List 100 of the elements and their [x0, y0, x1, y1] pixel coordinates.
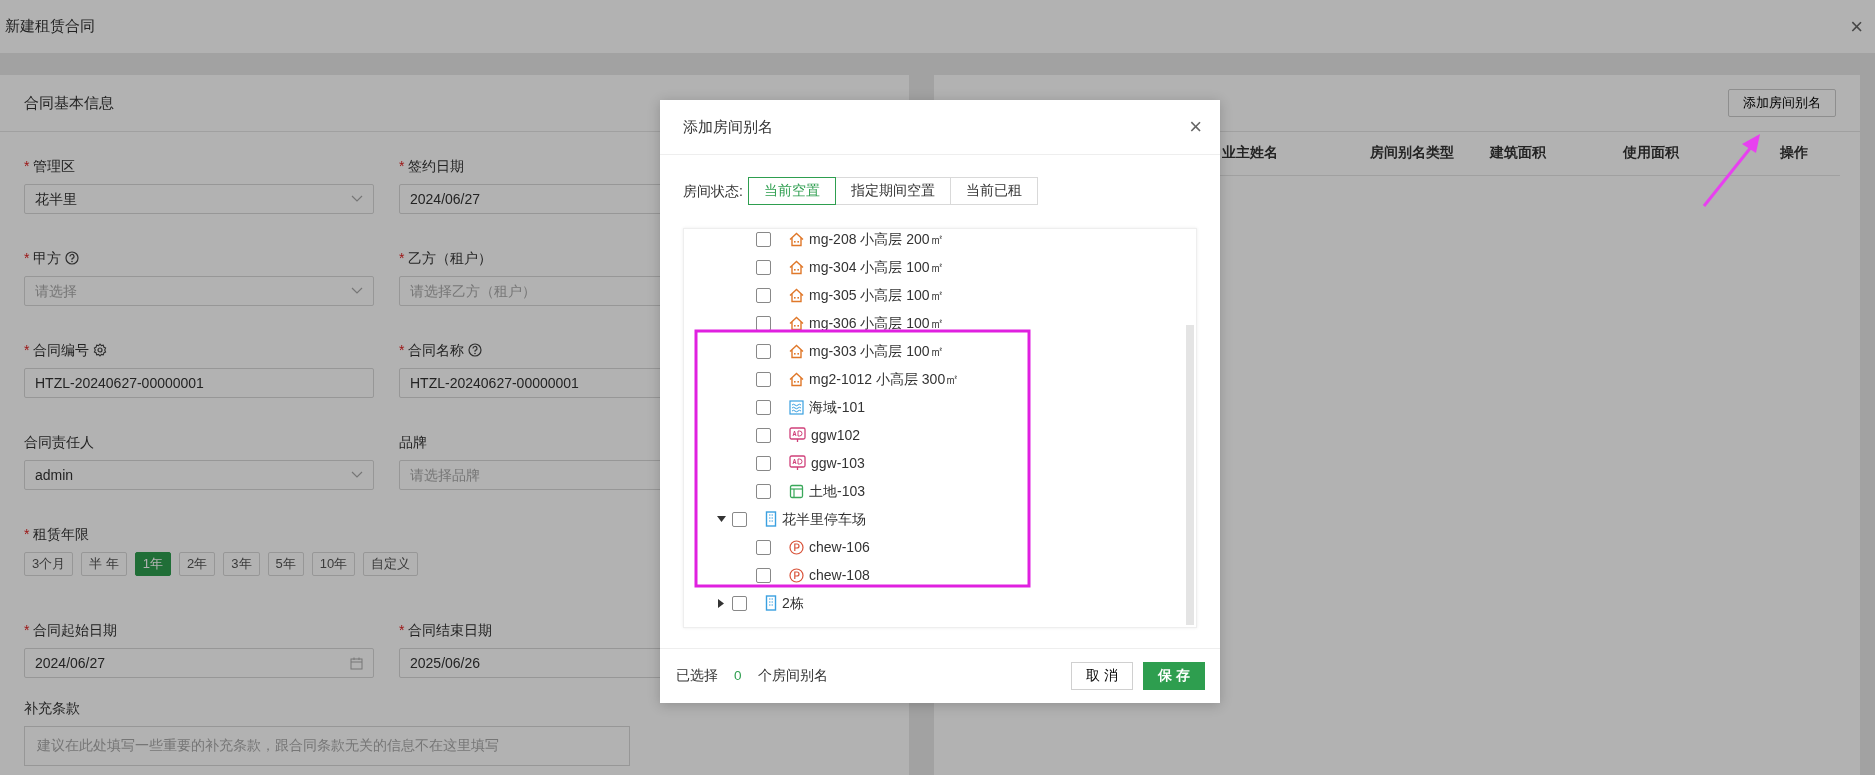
add-button[interactable]: 添加房间别名 [1728, 89, 1836, 117]
building-icon [765, 595, 777, 611]
tree-item-label[interactable]: chew-108 [809, 564, 870, 586]
section-title: 合同基本信息 [24, 92, 114, 113]
field-label: 乙方（租户） [408, 248, 493, 268]
required-mark: * [399, 156, 405, 176]
checkbox[interactable] [756, 539, 771, 555]
close-button[interactable]: × [1846, 15, 1867, 38]
column-header: 业主姓名 [1222, 144, 1279, 163]
field-label: 房间状态: [683, 181, 743, 201]
checkbox[interactable] [756, 399, 771, 415]
input-field[interactable]: HTZL-20240627-00000001 [24, 368, 374, 398]
tree-item-label[interactable]: chew-106 [809, 536, 870, 558]
checkbox[interactable] [756, 371, 771, 387]
field-label: 租赁年限 [33, 524, 90, 544]
tree-item-label[interactable]: mg-304 小高层 100㎡ [809, 256, 944, 278]
select-field[interactable]: admin [24, 460, 374, 490]
checkbox[interactable] [756, 483, 771, 499]
field-label: 签约日期 [408, 156, 465, 176]
house-icon [789, 231, 804, 247]
scrollbar[interactable] [1186, 325, 1194, 625]
field-label: 合同结束日期 [408, 620, 493, 640]
tree-item-label[interactable]: mg-303 小高层 100㎡ [809, 340, 944, 362]
settings-icon[interactable] [93, 343, 108, 357]
layout-icon [789, 483, 804, 499]
house-icon [789, 287, 804, 303]
ad-screen-icon [789, 455, 806, 471]
house-icon [789, 259, 804, 275]
field-label: 管理区 [33, 156, 76, 176]
checkbox[interactable] [756, 455, 771, 471]
help-icon[interactable] [65, 251, 80, 265]
column-header: 建筑面积 [1490, 144, 1547, 163]
required-mark: * [24, 248, 30, 268]
term-option[interactable]: 10年 [311, 552, 356, 576]
field-label: 甲方 [33, 248, 62, 268]
select-field[interactable]: 花半里 [24, 184, 374, 214]
required-mark: * [399, 340, 405, 360]
chevron-down-icon [351, 471, 363, 479]
date-field[interactable]: 2024/06/27 [24, 648, 374, 678]
close-button[interactable]: × [1185, 116, 1206, 138]
tree-item-label[interactable]: mg-306 小高层 100㎡ [809, 312, 944, 334]
required-mark: * [24, 340, 30, 360]
checkbox[interactable] [756, 259, 771, 275]
term-option[interactable]: 自定义 [363, 552, 419, 576]
tree-item-label[interactable]: 海域-101 [809, 396, 866, 418]
required-mark: * [24, 524, 30, 544]
term-option[interactable]: 2年 [179, 552, 216, 576]
house-icon [789, 343, 804, 359]
ad-screen-icon [789, 427, 806, 443]
column-header: 操作 [1780, 144, 1809, 163]
tree-item-label[interactable]: ggw102 [811, 424, 861, 446]
status-tab[interactable]: 指定期间空置 [834, 177, 951, 205]
required-mark: * [399, 248, 405, 268]
field-label: 合同编号 [33, 340, 90, 360]
status-tab[interactable]: 当前已租 [949, 177, 1038, 205]
required-mark: * [24, 620, 30, 640]
tree-item-label[interactable]: 土地-103 [809, 480, 866, 502]
checkbox[interactable] [756, 287, 771, 303]
caret-icon[interactable] [716, 516, 726, 522]
term-option[interactable]: 3个月 [24, 552, 74, 576]
help-icon[interactable] [468, 343, 483, 357]
checkbox[interactable] [756, 343, 771, 359]
required-mark: * [24, 156, 30, 176]
required-mark: * [399, 620, 405, 640]
field-label: 品牌 [399, 432, 427, 452]
field-label: 合同起始日期 [33, 620, 118, 640]
checkbox[interactable] [756, 315, 771, 331]
tree-item-label[interactable]: 花半里停车场 [782, 508, 866, 530]
house-icon [789, 315, 804, 331]
tree-item-label[interactable]: mg-208 小高层 200㎡ [809, 229, 944, 250]
selected-label: 个房间别名 [757, 666, 828, 685]
parking-icon [789, 567, 804, 583]
field-label: 合同责任人 [24, 432, 94, 452]
window-title: 新建租赁合同 [5, 16, 95, 37]
term-option[interactable]: 5年 [267, 552, 304, 576]
status-tab[interactable]: 当前空置 [747, 177, 836, 205]
checkbox[interactable] [732, 595, 747, 611]
field-label: 合同名称 [408, 340, 465, 360]
checkbox[interactable] [756, 427, 771, 443]
caret-icon[interactable] [718, 598, 724, 608]
dialog-title: 添加房间别名 [683, 116, 773, 137]
term-option[interactable]: 半 年 [81, 552, 127, 576]
building-icon [765, 511, 777, 527]
checkbox[interactable] [732, 511, 747, 527]
checkbox[interactable] [756, 567, 771, 583]
tree-item-label[interactable]: mg-305 小高层 100㎡ [809, 284, 944, 306]
parking-icon [789, 539, 804, 555]
tree-item-label[interactable]: 2栋 [782, 592, 804, 614]
column-header: 使用面积 [1623, 144, 1680, 163]
tree-item-label[interactable]: mg2-1012 小高层 300㎡ [809, 368, 960, 390]
waves-icon [789, 399, 804, 415]
checkbox[interactable] [756, 231, 771, 247]
tree-item-label[interactable]: ggw-103 [811, 452, 865, 474]
term-option[interactable]: 3年 [223, 552, 260, 576]
chevron-down-icon [351, 287, 363, 295]
column-header: 房间别名类型 [1370, 144, 1455, 163]
chevron-down-icon [351, 195, 363, 203]
calendar-icon [350, 656, 363, 670]
cancel-button[interactable]: 取 消 [1071, 662, 1134, 690]
house-icon [789, 371, 804, 387]
